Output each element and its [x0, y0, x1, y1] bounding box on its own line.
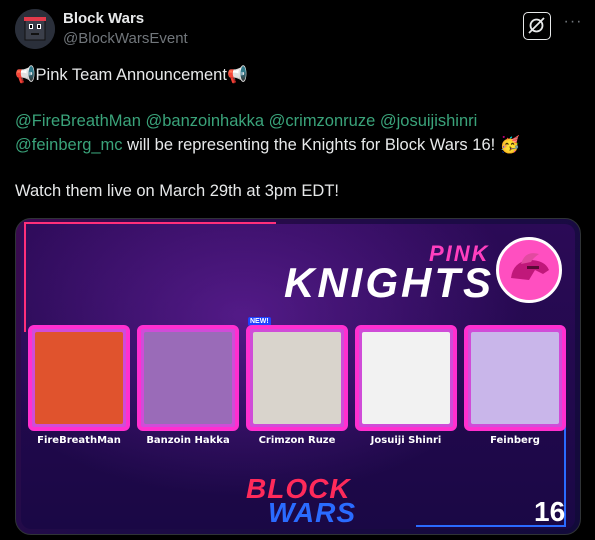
player-name: Josuiji Shinri [370, 435, 442, 446]
player-portrait [471, 332, 559, 424]
player-card[interactable] [355, 325, 457, 431]
grok-icon [528, 17, 545, 34]
decor-line [24, 222, 276, 224]
mention-link[interactable]: @feinberg_mc [15, 136, 123, 154]
player-card[interactable] [28, 325, 130, 431]
announcement-image[interactable]: PINK KNIGHTS NEW! FireBreathMan Banzoin … [15, 218, 581, 535]
player-name: Banzoin Hakka [146, 435, 230, 446]
block-wars-avatar-icon [15, 9, 55, 49]
player-portrait [362, 332, 450, 424]
post-line-schedule: Watch them live on March 29th at 3pm EDT… [15, 182, 340, 200]
avatar[interactable] [15, 9, 55, 49]
knight-helmet-icon [511, 253, 549, 280]
representing-text: will be representing the Knights for Blo… [122, 136, 521, 154]
mention-link[interactable]: @crimzonruze [269, 112, 376, 130]
post-text: 📢Pink Team Announcement📢 @FireBreathMan … [15, 63, 575, 203]
mention-link[interactable]: @josuijishinri [380, 112, 477, 130]
mention-link[interactable]: @FireBreathMan [15, 112, 141, 130]
post-line-representing: @feinberg_mc will be representing the Kn… [15, 133, 575, 157]
player-name: FireBreathMan [37, 435, 121, 446]
knights-logo [496, 237, 562, 303]
player-card[interactable] [246, 325, 348, 431]
logo-wars-text: WARS [268, 497, 356, 528]
display-name[interactable]: Block Wars [63, 10, 144, 27]
player-portrait [253, 332, 341, 424]
decor-line [24, 222, 26, 332]
player-portrait [144, 332, 232, 424]
mention-link[interactable]: @banzoinhakka [145, 112, 264, 130]
post-line-announcement: 📢Pink Team Announcement📢 [15, 66, 248, 84]
user-handle[interactable]: @BlockWarsEvent [63, 30, 188, 47]
player-name: Crimzon Ruze [258, 435, 336, 446]
edition-number: 16 [534, 496, 566, 527]
post-line-mentions: @FireBreathMan @banzoinhakka @crimzonruz… [15, 109, 575, 133]
player-name: Feinberg [490, 435, 540, 446]
player-card[interactable] [464, 325, 566, 431]
grok-button[interactable] [523, 12, 551, 40]
player-card[interactable] [137, 325, 239, 431]
player-portrait [35, 332, 123, 424]
team-name-title: KNIGHTS [284, 259, 494, 306]
more-options-button[interactable]: ··· [561, 12, 585, 36]
post-header: Block Wars @BlockWarsEvent ··· [15, 8, 583, 52]
